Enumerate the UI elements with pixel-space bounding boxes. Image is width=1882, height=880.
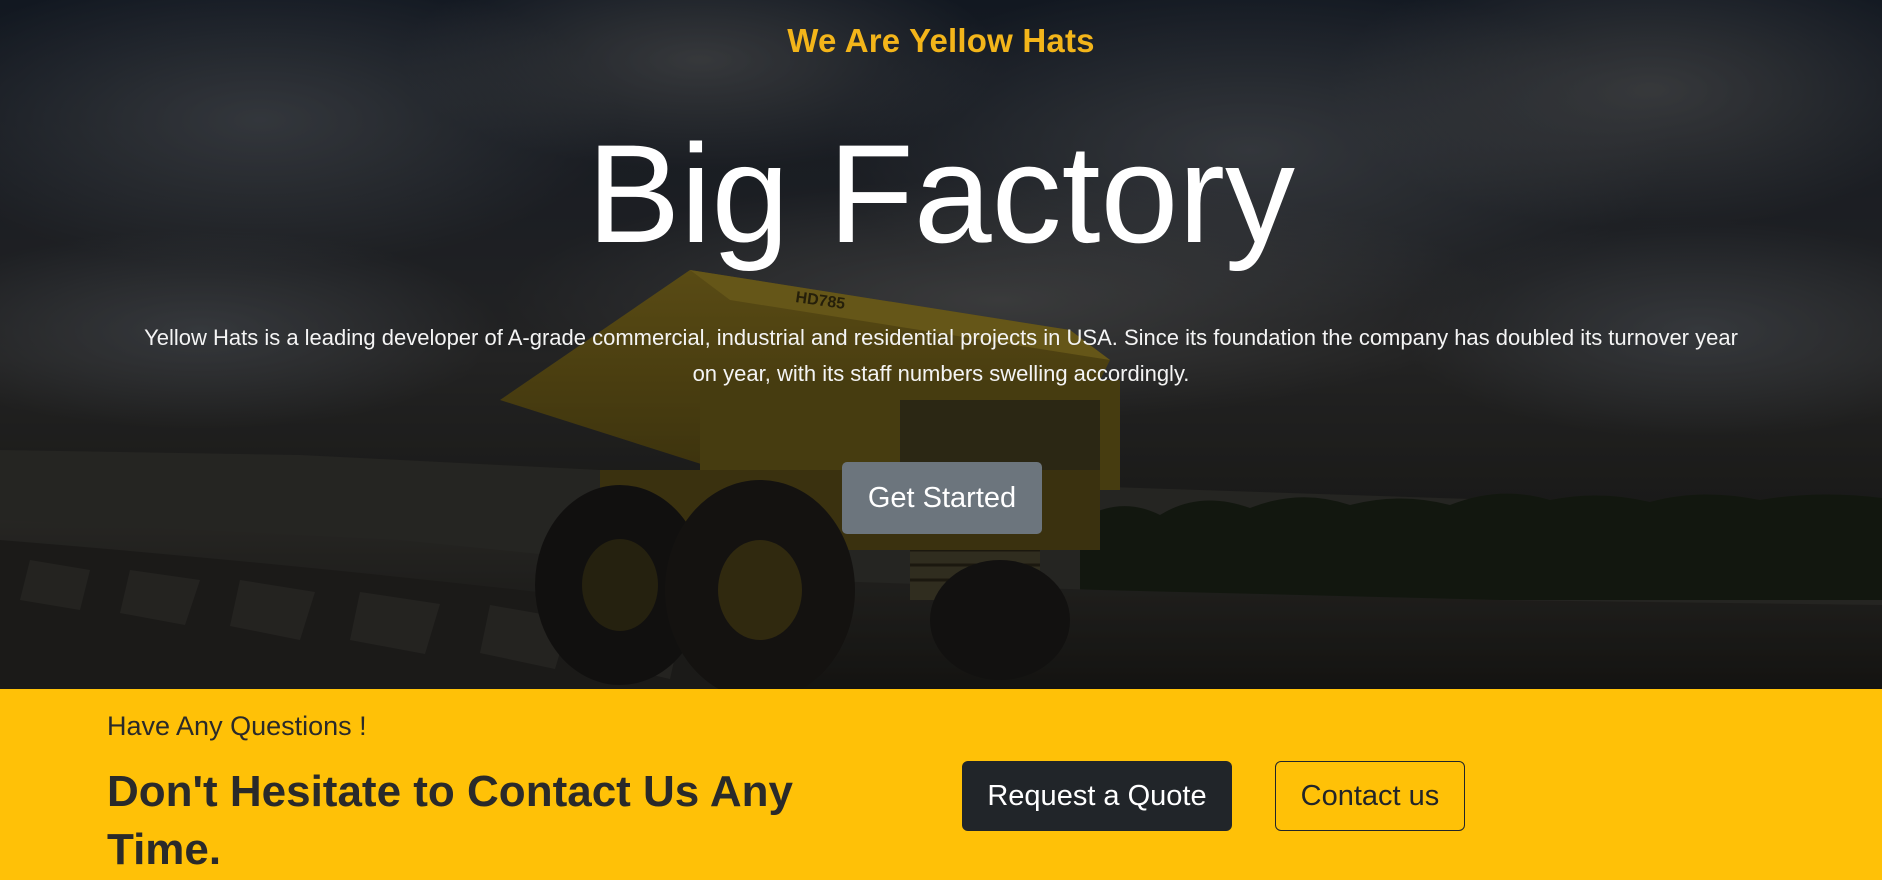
hero-content: We Are Yellow Hats Big Factory Yellow Ha… <box>0 0 1882 689</box>
hero-section: HD785 We Are Yellow Hats Big Factory Yel… <box>0 0 1882 689</box>
contact-band: Have Any Questions ! Don't Hesitate to C… <box>0 689 1882 880</box>
request-quote-button[interactable]: Request a Quote <box>962 761 1232 831</box>
hero-description: Yellow Hats is a leading developer of A-… <box>144 325 1738 386</box>
hero-eyebrow: We Are Yellow Hats <box>787 22 1095 59</box>
hero-title: Big Factory <box>587 115 1295 272</box>
get-started-button[interactable]: Get Started <box>842 462 1042 534</box>
contact-subheading: Have Any Questions ! <box>107 711 367 741</box>
contact-us-button[interactable]: Contact us <box>1275 761 1465 831</box>
page: HD785 We Are Yellow Hats Big Factory Yel… <box>0 0 1882 880</box>
contact-heading: Don't Hesitate to Contact Us Any Time. <box>107 767 793 874</box>
